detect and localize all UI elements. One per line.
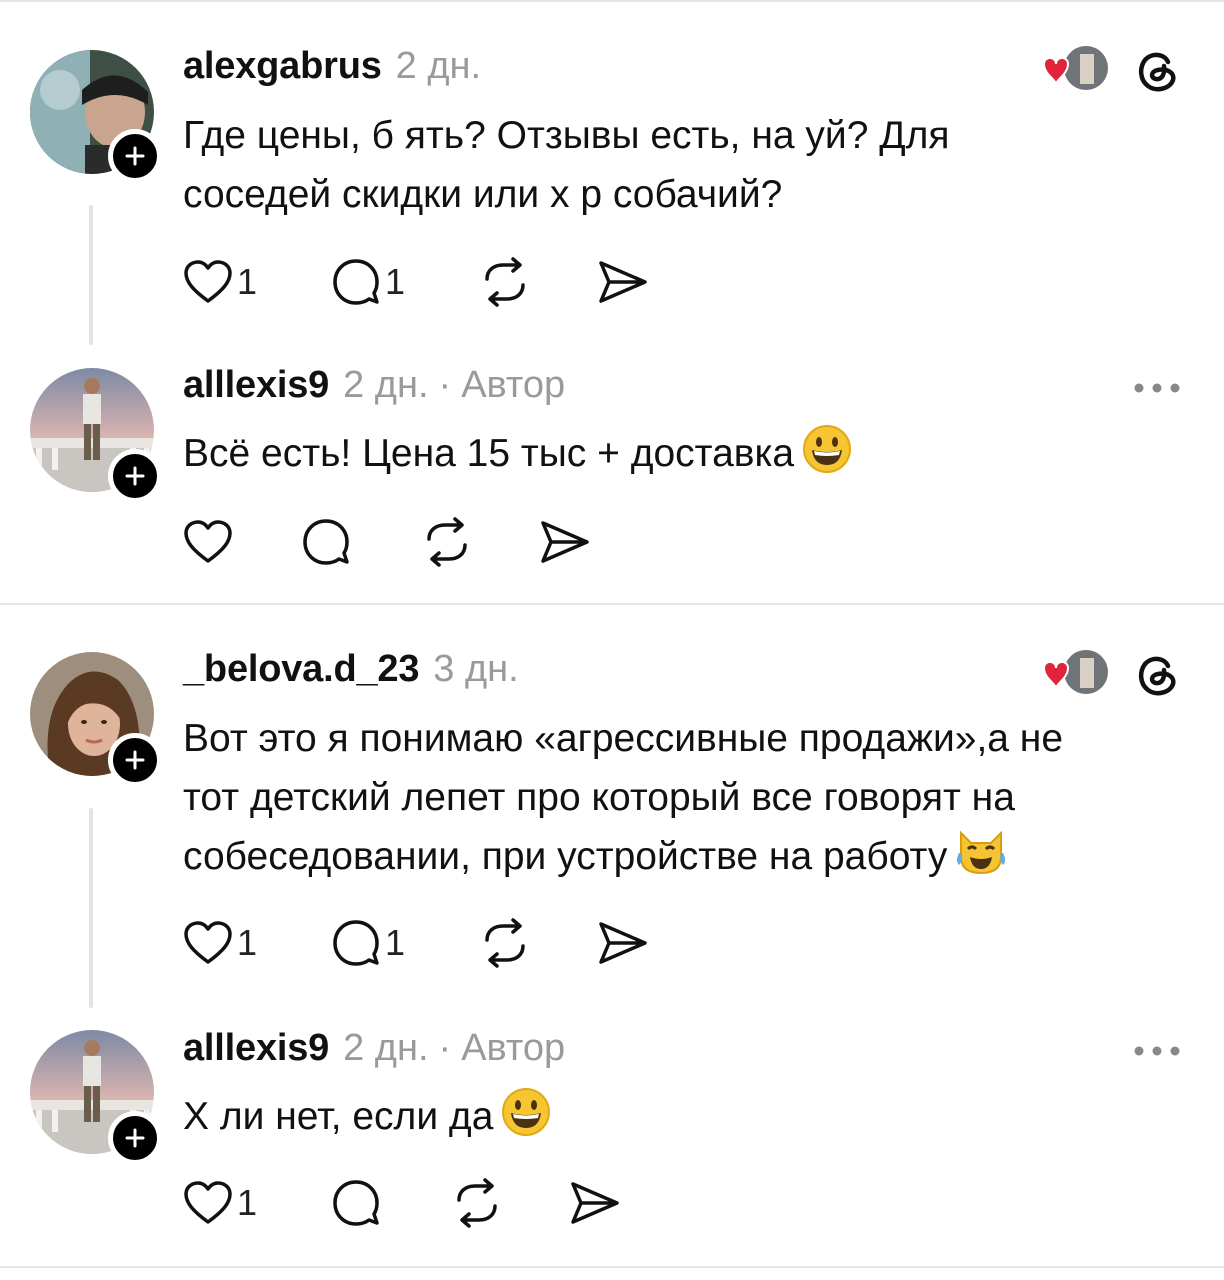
- reply-text: Всё есть! Цена 15 тыс + доставка: [183, 424, 1203, 491]
- repost-button[interactable]: [479, 252, 531, 312]
- like-button[interactable]: [183, 512, 233, 572]
- repost-button[interactable]: [451, 1173, 503, 1233]
- share-button[interactable]: [597, 252, 649, 312]
- grinning-face-emoji: [501, 1087, 551, 1154]
- top-divider: [0, 0, 1224, 2]
- repost-icon: [457, 1178, 497, 1228]
- reply-header: alllexis9 2 дн. · Автор: [183, 1027, 565, 1077]
- like-count: 1: [237, 922, 258, 963]
- thread-line: [89, 808, 93, 1008]
- reply-text-content: Всё есть! Цена 15 тыс + доставка: [183, 432, 795, 475]
- grinning-face-emoji: [802, 424, 852, 491]
- reply-count: 1: [385, 922, 406, 963]
- liked-by-author-icon: [1038, 648, 1110, 696]
- post-text: Вот это я понимаю «агрессивные продажи»,…: [183, 709, 1203, 894]
- comment-icon: [333, 259, 379, 305]
- threads-logo-icon[interactable]: [1132, 44, 1184, 96]
- comment-icon: [333, 920, 379, 966]
- reply-button[interactable]: 1: [331, 252, 405, 312]
- like-button[interactable]: 1: [183, 913, 257, 973]
- follow-plus-icon[interactable]: [108, 733, 162, 787]
- post-text-line: Где цены, б ять? Отзывы есть, на уй? Для: [183, 114, 950, 157]
- repost-button[interactable]: [479, 913, 531, 973]
- repost-icon: [485, 257, 525, 307]
- reply-button[interactable]: [331, 1173, 381, 1233]
- like-count: 1: [237, 1182, 258, 1223]
- like-button[interactable]: 1: [183, 252, 257, 312]
- heart-icon: [184, 1181, 232, 1224]
- post-text-line: соседей скидки или х р собачий?: [183, 173, 783, 216]
- post-text: Где цены, б ять? Отзывы есть, на уй? Для…: [183, 106, 1203, 224]
- bottom-divider: [0, 1266, 1224, 1268]
- post-header: alexgabrus 2 дн.: [183, 45, 481, 95]
- like-count: 1: [237, 261, 258, 302]
- username[interactable]: alllexis9: [183, 364, 329, 407]
- username[interactable]: _belova.d_23: [183, 648, 419, 691]
- send-icon: [541, 521, 589, 563]
- post-time: 2 дн.: [395, 45, 482, 87]
- reply-text-content: Х ли нет, если да: [183, 1095, 494, 1138]
- username[interactable]: alllexis9: [183, 1027, 329, 1070]
- send-icon: [599, 261, 647, 303]
- thread-divider: [0, 603, 1224, 605]
- post-header: _belova.d_23 3 дн.: [183, 648, 519, 698]
- post-time: 3 дн.: [433, 648, 519, 690]
- repost-icon: [427, 517, 467, 567]
- follow-plus-icon[interactable]: [108, 449, 162, 503]
- post-text-line: Вот это я понимаю «агрессивные продажи»,…: [183, 717, 1064, 760]
- share-button[interactable]: [569, 1173, 621, 1233]
- heart-icon: [184, 260, 232, 303]
- author-badge: Автор: [461, 364, 566, 406]
- reply-button[interactable]: [301, 512, 351, 572]
- more-options-icon[interactable]: [1132, 1041, 1182, 1061]
- repost-icon: [485, 918, 525, 968]
- send-icon: [599, 922, 647, 964]
- username[interactable]: alexgabrus: [183, 45, 382, 88]
- send-icon: [571, 1182, 619, 1224]
- more-options-icon[interactable]: [1132, 378, 1182, 398]
- reply-count: 1: [385, 261, 406, 302]
- post-text-line: собеседовании, при устройстве на работу: [183, 835, 948, 878]
- meta-separator: ·: [438, 364, 452, 406]
- reply-header: alllexis9 2 дн. · Автор: [183, 364, 565, 414]
- post-text-line: тот детский лепет про который все говоря…: [183, 776, 1015, 819]
- reply-text: Х ли нет, если да: [183, 1087, 1203, 1154]
- comment-icon: [303, 519, 349, 565]
- follow-plus-icon[interactable]: [108, 1111, 162, 1165]
- heart-icon: [184, 520, 232, 563]
- threads-logo-icon[interactable]: [1132, 648, 1184, 700]
- author-badge: Автор: [461, 1027, 566, 1069]
- reply-time: 2 дн.: [343, 364, 429, 406]
- comment-icon: [333, 1180, 379, 1226]
- share-button[interactable]: [597, 913, 649, 973]
- repost-button[interactable]: [421, 512, 473, 572]
- reply-button[interactable]: 1: [331, 913, 405, 973]
- thread-line: [89, 205, 93, 345]
- cat-tears-of-joy-emoji: [955, 827, 1007, 894]
- share-button[interactable]: [539, 512, 591, 572]
- liked-by-author-icon: [1038, 44, 1110, 92]
- meta-separator: ·: [438, 1027, 452, 1069]
- reply-time: 2 дн.: [343, 1027, 429, 1069]
- follow-plus-icon[interactable]: [108, 129, 162, 183]
- like-button[interactable]: 1: [183, 1173, 257, 1233]
- heart-icon: [184, 921, 232, 964]
